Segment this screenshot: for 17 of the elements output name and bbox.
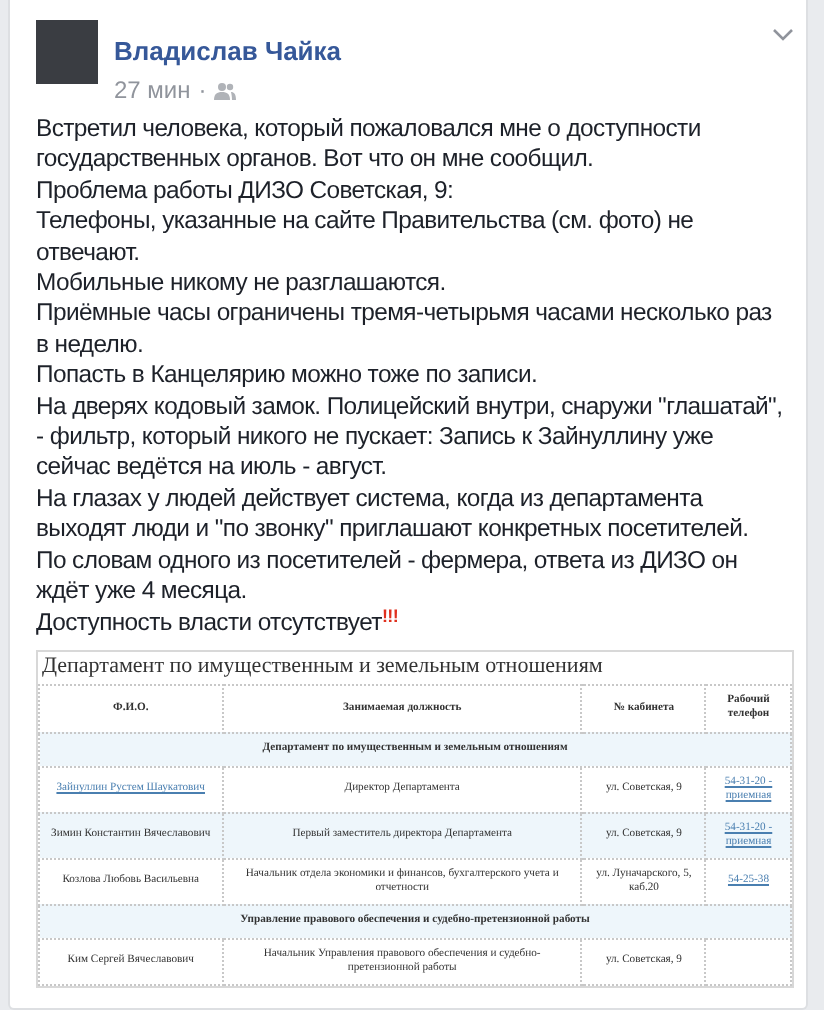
author-name-link[interactable]: Владислав Чайка	[114, 36, 342, 68]
post-text-line: Мобильные никому не разглашаются.	[36, 268, 448, 299]
post-text-line: Встретил человека, который пожаловался мне о доступности государственных органов. Вот что он мне сообщил.	[36, 114, 703, 176]
post-closing-line: Доступность власти отсутствует$^{!!!}$	[36, 607, 401, 638]
separator-dot: ·	[198, 76, 207, 106]
post-text-line: Приёмные часы ограничены тремя-четырьмя часами несколько раз в неделю.	[36, 298, 774, 361]
document-screenshot[interactable]	[36, 649, 794, 988]
post-text-line: Проблема работы ДИЗО Советская, 9:	[36, 175, 456, 207]
chevron-down-icon[interactable]	[772, 28, 794, 42]
friends-audience-icon[interactable]	[214, 82, 237, 100]
document-title: Департамент по имущественным и земельным отношениям	[40, 651, 605, 682]
post-text-line: На глазах у людей действует система, когда из департамента выходят люди и "по звонку" приглашают конкретных посетителей.	[36, 483, 751, 546]
post-time-link[interactable]: 27 мин	[114, 76, 191, 106]
post-text-line: На дверях кодовый замок. Полицейский внутри, снаружи "глашатай", - фильтр, который никого не пускает: Запись к Зайнуллину уже сейчас ведётся на июль - август.	[36, 391, 785, 484]
post-text-line: Попасть в Канцелярию можно тоже по записи.	[36, 360, 540, 392]
post-text-line: Телефоны, указанные на сайте Правительства (см. фото) не отвечают.	[36, 206, 696, 269]
post-text-line: По словам одного из посетителей - фермера, ответа из ДИЗО он ждёт уже 4 месяца.	[36, 545, 740, 607]
